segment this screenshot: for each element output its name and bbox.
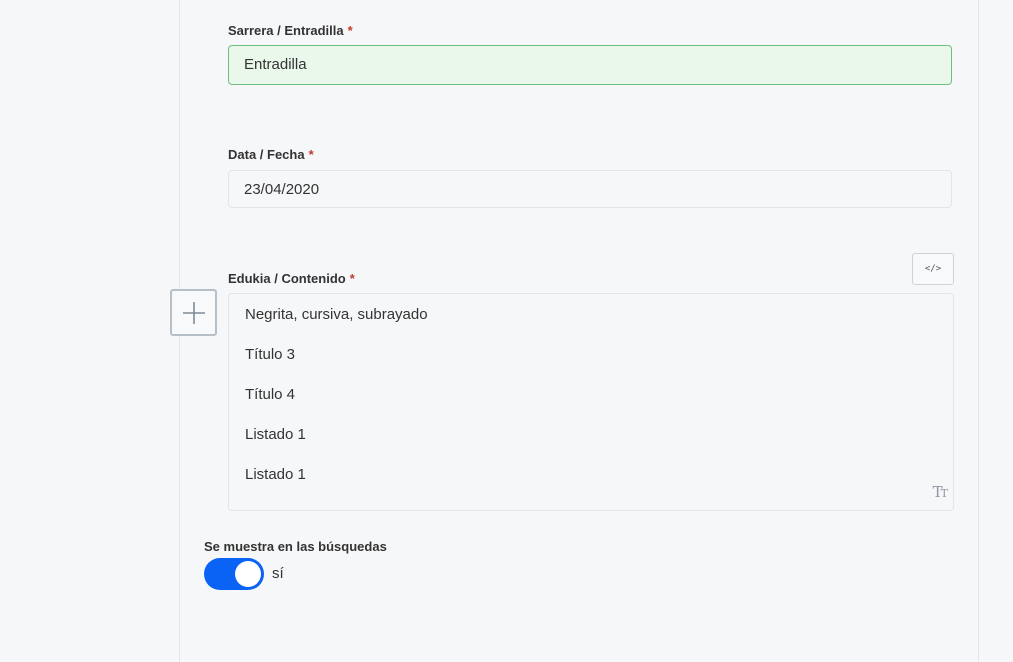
editor-list-item[interactable]: Listado 1	[245, 426, 306, 443]
form-page: Sarrera / Entradilla * Entradilla Data / …	[0, 0, 1013, 662]
add-block-button[interactable]	[170, 289, 217, 336]
contenido-label-text: Edukia / Contenido	[228, 271, 346, 286]
editor-list-item[interactable]: Listado 1	[245, 466, 306, 483]
fecha-label: Data / Fecha *	[228, 147, 314, 162]
entradilla-value: Entradilla	[244, 56, 307, 73]
toggle-knob	[235, 561, 261, 587]
required-marker: *	[349, 271, 355, 286]
busquedas-state-text: sí	[272, 565, 284, 582]
editor-heading-4[interactable]: Título 4	[245, 386, 295, 403]
source-code-button[interactable]: </>	[912, 253, 954, 285]
busquedas-label: Se muestra en las búsquedas	[204, 539, 387, 554]
required-marker: *	[308, 147, 314, 162]
fecha-input[interactable]: 23/04/2020	[228, 170, 952, 208]
contenido-editor[interactable]: Negrita, cursiva, subrayado Título 3 Tít…	[228, 293, 954, 511]
code-icon: </>	[924, 264, 942, 274]
contenido-label: Edukia / Contenido *	[228, 271, 355, 286]
required-marker: *	[347, 23, 353, 38]
text-size-icon[interactable]: TT	[933, 483, 948, 501]
entradilla-label-text: Sarrera / Entradilla	[228, 23, 344, 38]
fecha-label-text: Data / Fecha	[228, 147, 305, 162]
fecha-value: 23/04/2020	[244, 181, 320, 198]
right-divider	[978, 0, 979, 662]
entradilla-label: Sarrera / Entradilla *	[228, 23, 353, 38]
editor-paragraph[interactable]: Negrita, cursiva, subrayado	[245, 306, 428, 323]
plus-icon	[182, 301, 205, 324]
busquedas-toggle[interactable]	[204, 558, 264, 590]
editor-heading-3[interactable]: Título 3	[245, 346, 295, 363]
entradilla-input[interactable]: Entradilla	[228, 45, 952, 85]
